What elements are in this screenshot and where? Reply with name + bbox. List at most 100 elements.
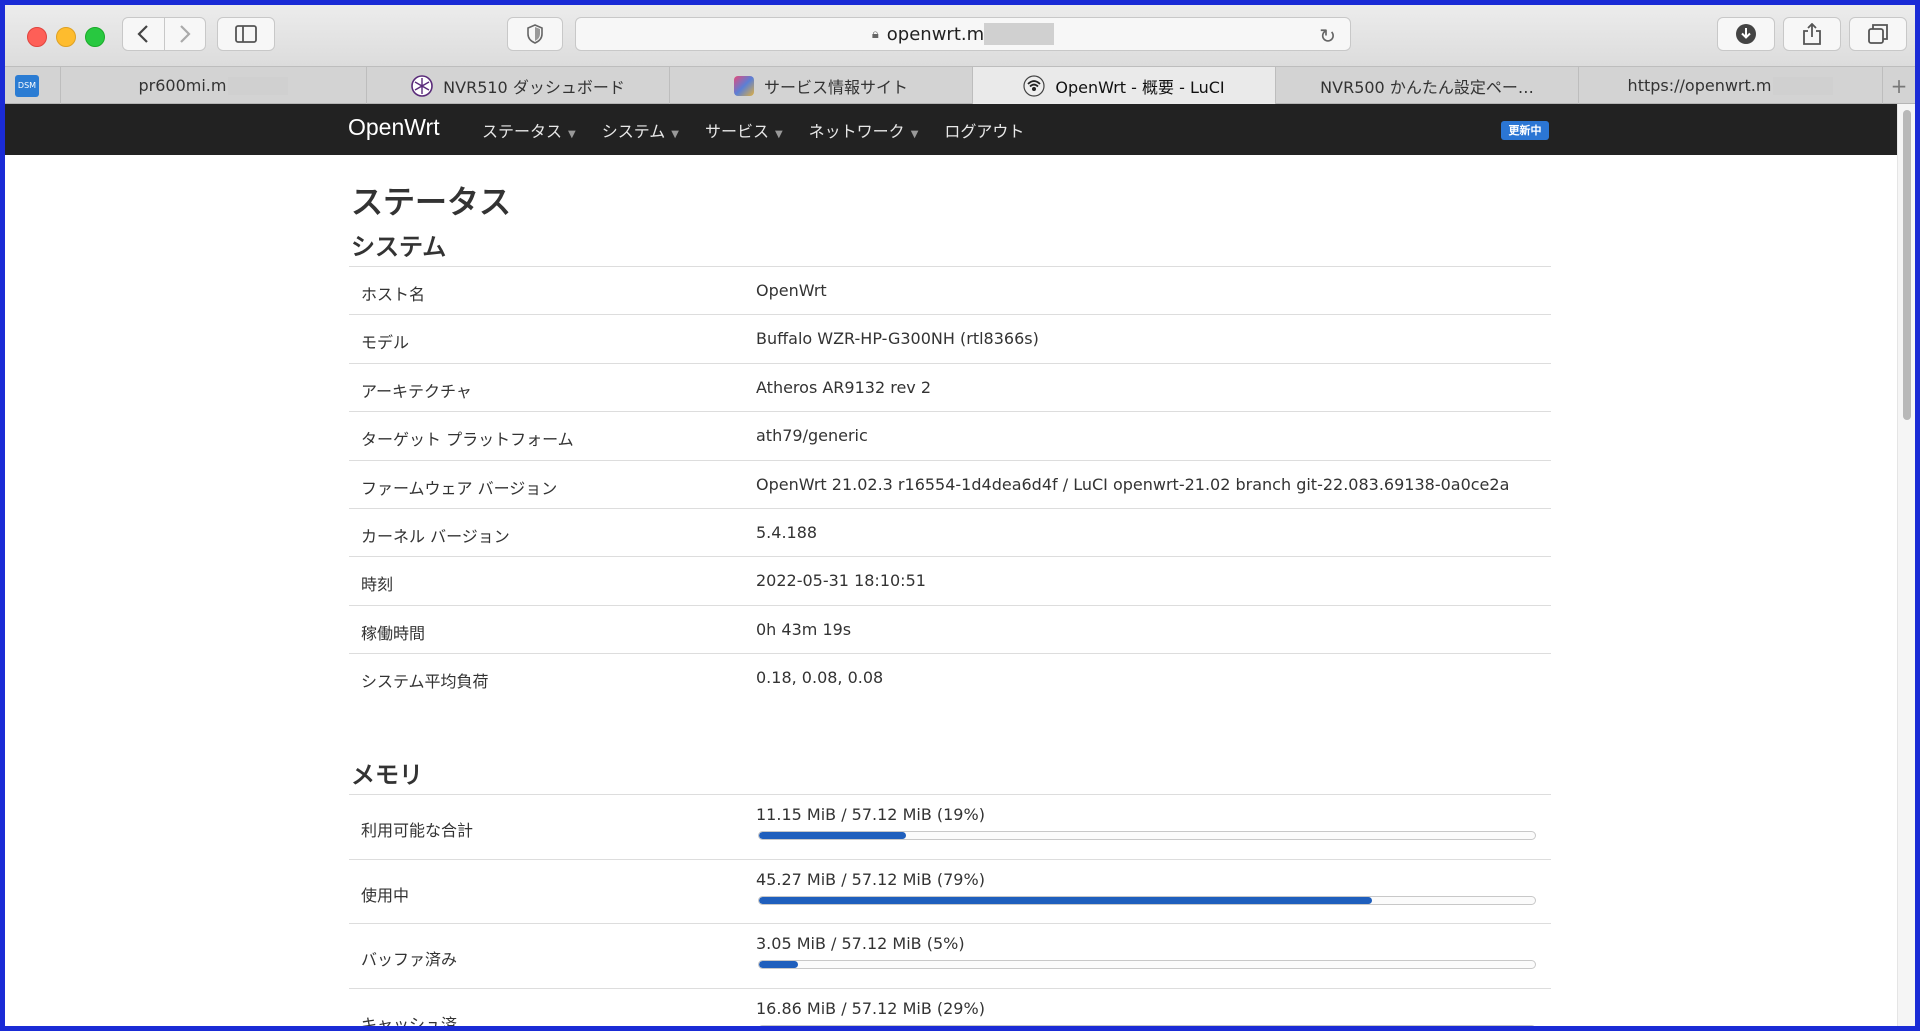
web-page: OpenWrt ステータス ▼ システム ▼ サービス ▼ ネットワーク ▼ ログアウト… [5,104,1897,1026]
back-button[interactable] [123,18,164,50]
table-row: モデル Buffalo WZR-HP-G300NH (rtl8366s) [349,314,1551,362]
row-label: キャッシュ済 [361,1014,458,1027]
zoom-window-button[interactable] [85,27,105,47]
history-nav-group [122,17,206,51]
redacted-region [1773,76,1834,95]
menu-item-network[interactable]: ネットワーク ▼ [809,118,919,142]
yamaha-icon [411,74,433,97]
redacted-region [984,23,1055,45]
row-value: ath79/generic [756,426,868,446]
tab-pr600mi[interactable]: pr600mi.m [61,67,367,104]
row-label: システム平均負荷 [361,672,489,692]
share-icon [1803,23,1821,45]
progress-bar [758,831,1536,840]
caret-down-icon: ▼ [774,128,783,140]
chevron-left-icon [137,25,149,43]
pinned-tab-dsm[interactable]: DSM [5,67,61,104]
progress-bar [758,1024,1536,1026]
row-value: 16.86 MiB / 57.12 MiB (29%) [756,998,985,1018]
tab-overview-button[interactable] [1849,17,1907,51]
forward-button[interactable] [163,18,206,50]
openwrt-icon [1023,74,1045,97]
table-row: 時刻 2022-05-31 18:10:51 [349,556,1551,604]
brand-logo[interactable]: OpenWrt [348,114,440,141]
row-label: 使用中 [361,885,410,905]
downloads-button[interactable] [1717,17,1775,51]
redacted-region [228,76,289,95]
row-label: ホスト名 [361,285,426,304]
system-table: ホスト名 OpenWrt モデル Buffalo WZR-HP-G300NH (rtl… [349,266,1551,702]
title-bar: 🔒︎ openwrt.m ↻ [5,5,1915,66]
scrollbar-thumb[interactable] [1903,110,1911,420]
tab-strip: DSM pr600mi.m NVR510 ダッシュボード サービス情報サイト O… [5,66,1915,104]
row-value: OpenWrt [756,281,827,300]
close-window-button[interactable] [27,27,47,47]
download-icon [1736,24,1756,44]
table-row: バッファ済み 3.05 MiB / 57.12 MiB (5%) [349,923,1551,988]
lock-icon: 🔒︎ [871,26,879,42]
minimize-window-button[interactable] [56,27,76,47]
table-row: キャッシュ済 16.86 MiB / 57.12 MiB (29%) [349,987,1551,1027]
luci-navbar: OpenWrt ステータス ▼ システム ▼ サービス ▼ ネットワーク ▼ ログアウト… [5,104,1897,155]
table-row: アーキテクチャ Atheros AR9132 rev 2 [349,362,1551,411]
chevron-right-icon [179,25,191,43]
row-label: ターゲット プラットフォーム [361,430,574,450]
row-label: カーネル バージョン [361,526,510,546]
tab-service-info[interactable]: サービス情報サイト [670,67,973,104]
progress-bar [758,895,1536,905]
row-label: アーキテクチャ [361,381,472,401]
privacy-report-button[interactable] [507,17,563,51]
row-value: OpenWrt 21.02.3 r16554-1d4dea6d4f / LuCI… [756,474,1510,494]
site-icon [733,75,754,96]
new-tab-button[interactable]: + [1883,67,1915,104]
row-value: 2022-05-31 18:10:51 [756,571,926,591]
dsm-icon: DSM [15,75,39,97]
shield-icon [527,24,543,44]
table-row: ターゲット プラットフォーム ath79/generic [349,411,1551,459]
menu-item-label: ステータス [482,121,563,141]
row-value: 5.4.188 [756,522,818,542]
tab-openwrt-url[interactable]: https://openwrt.m [1579,67,1883,104]
vertical-scrollbar[interactable] [1897,104,1915,1026]
tab-label: https://openwrt.m [1627,76,1772,95]
row-label: モデル [361,333,410,353]
tab-nvr500-setup[interactable]: NVR500 かんたん設定ペー… [1276,67,1579,104]
menu-item-label: システム [601,121,666,141]
table-row: 利用可能な合計 11.15 MiB / 57.12 MiB (19%) [349,794,1551,859]
tab-nvr510-dashboard[interactable]: NVR510 ダッシュボード [367,67,670,104]
plus-icon: + [1890,73,1908,98]
address-bar[interactable]: 🔒︎ openwrt.m ↻ [575,17,1351,51]
browser-window: 🔒︎ openwrt.m ↻ DSM pr600mi.m NVR510 ダッシュ… [5,5,1915,1026]
row-label: 稼働時間 [361,623,426,643]
table-row: 稼働時間 0h 43m 19s [349,604,1551,653]
main-menu: ステータス ▼ システム ▼ サービス ▼ ネットワーク ▼ ログアウト [482,104,1050,155]
table-row: カーネル バージョン 5.4.188 [349,507,1551,556]
row-label: ファームウェア バージョン [361,478,558,498]
progress-bar [758,960,1536,969]
row-value: 0h 43m 19s [756,619,852,639]
tab-overview-icon [1868,24,1888,44]
row-value: 3.05 MiB / 57.12 MiB (5%) [756,934,965,953]
table-row: ホスト名 OpenWrt [349,266,1551,314]
refreshing-badge[interactable]: 更新中 [1501,121,1549,140]
sidebar-toggle-button[interactable] [217,17,275,51]
reload-icon[interactable]: ↻ [1319,24,1336,48]
caret-down-icon: ▼ [671,128,679,140]
caret-down-icon: ▼ [568,128,576,140]
row-value: Buffalo WZR-HP-G300NH (rtl8366s) [756,329,1039,349]
table-row: 使用中 45.27 MiB / 57.12 MiB (79%) [349,858,1551,924]
caret-down-icon: ▼ [910,128,919,140]
menu-item-services[interactable]: サービス ▼ [705,118,783,142]
menu-item-label: サービス [704,121,769,141]
menu-item-system[interactable]: システム ▼ [602,118,679,142]
row-value: 0.18, 0.08, 0.08 [756,668,884,688]
menu-item-label: ログアウト [944,121,1025,141]
row-label: バッファ済み [361,950,458,969]
row-value: Atheros AR9132 rev 2 [756,377,932,397]
table-row: システム平均負荷 0.18, 0.08, 0.08 [349,653,1551,701]
menu-item-logout[interactable]: ログアウト [944,118,1024,142]
page-title: ステータス [351,183,512,221]
menu-item-status[interactable]: ステータス ▼ [482,118,576,142]
share-button[interactable] [1783,17,1841,51]
tab-openwrt-luci[interactable]: OpenWrt - 概要 - LuCI [973,67,1276,104]
